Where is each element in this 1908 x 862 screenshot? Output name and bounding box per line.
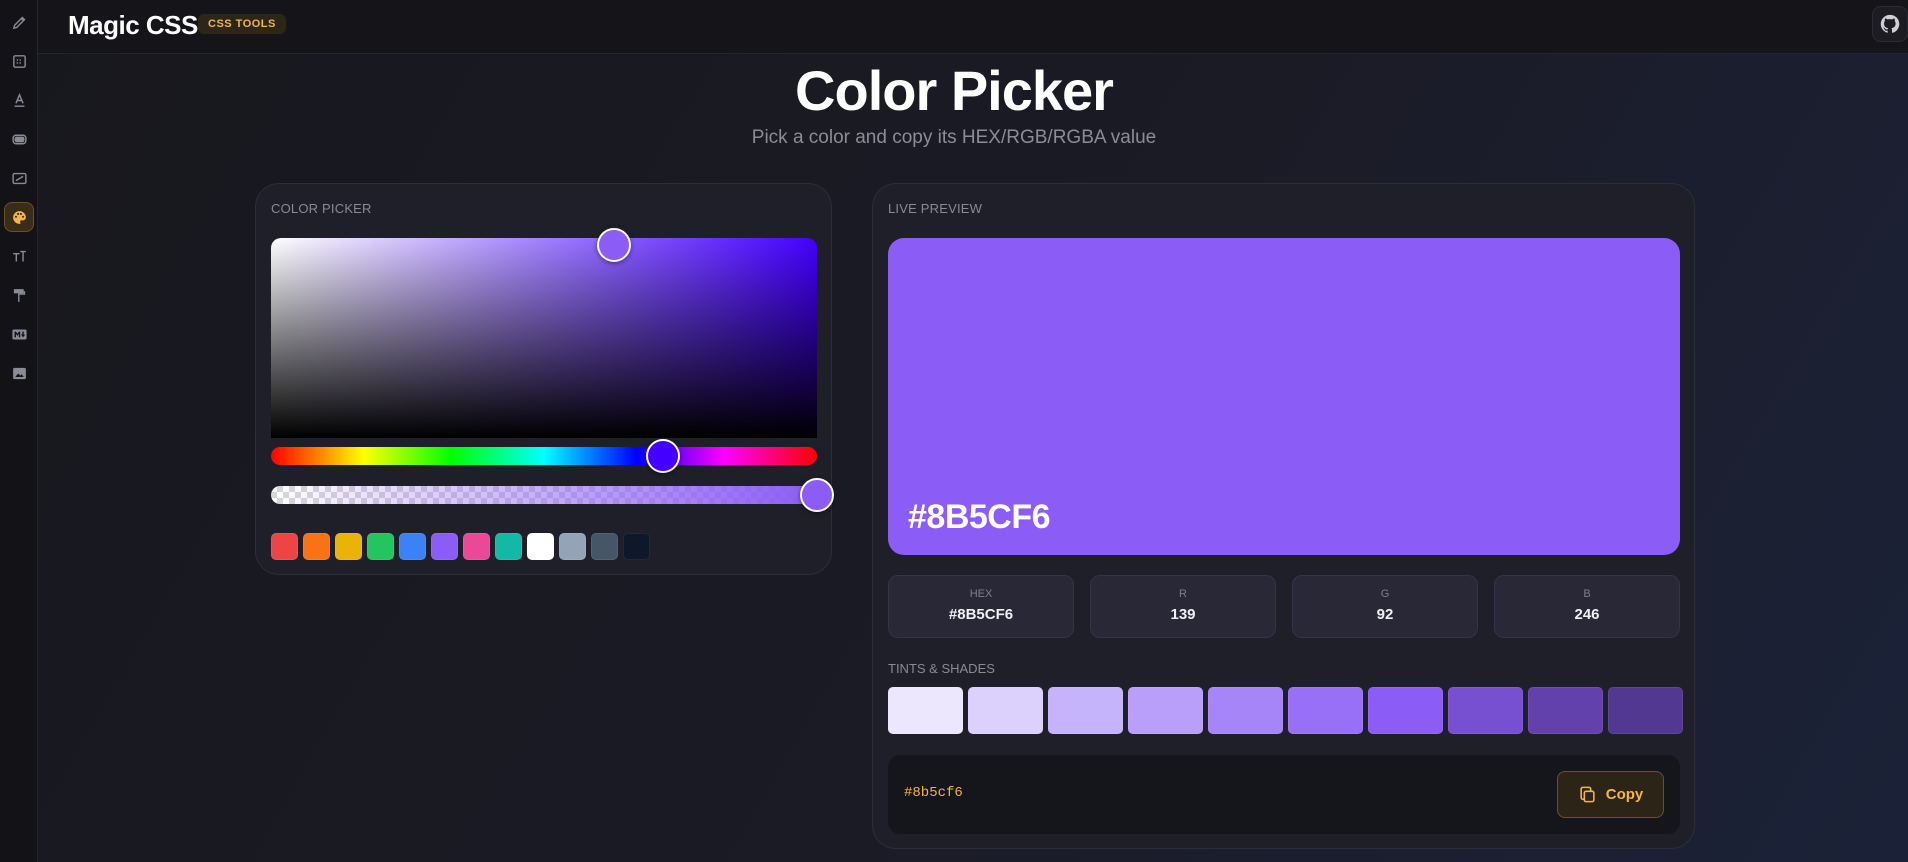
tint-swatch-0[interactable] <box>888 687 963 734</box>
swatch-9[interactable] <box>559 533 586 560</box>
tint-swatch-3[interactable] <box>1128 687 1203 734</box>
saturation-value-area[interactable] <box>271 228 817 438</box>
swatch-4[interactable] <box>399 533 426 560</box>
panel-label: COLOR PICKER <box>271 201 372 216</box>
copy-bar: #8b5cf6 Copy <box>888 755 1680 834</box>
tints-shades-row <box>888 687 1683 734</box>
sidebar-item-markdown[interactable] <box>4 319 34 349</box>
saturation-value-handle[interactable] <box>597 228 631 262</box>
live-preview-panel: LIVE PREVIEW #8B5CF6 HEX #8B5CF6 R 139 G… <box>872 183 1695 849</box>
value-card-g[interactable]: G 92 <box>1292 575 1478 638</box>
value-label: HEX <box>969 588 993 600</box>
hue-slider[interactable] <box>271 439 817 473</box>
sidebar-item-font-size[interactable] <box>4 241 34 271</box>
page-subtitle: Pick a color and copy its HEX/RGB/RGBA v… <box>751 127 1157 148</box>
color-picker-panel: COLOR PICKER <box>255 183 834 575</box>
swatch-2[interactable] <box>335 533 362 560</box>
tint-swatch-8[interactable] <box>1528 687 1603 734</box>
value-text: 92 <box>1376 606 1394 623</box>
tints-shades-label: TINTS & SHADES <box>888 661 995 676</box>
hue-slider-handle[interactable] <box>646 439 680 473</box>
value-label: R <box>1179 588 1187 600</box>
swatch-5[interactable] <box>431 533 458 560</box>
tint-swatch-9[interactable] <box>1608 687 1683 734</box>
github-link[interactable] <box>1872 6 1908 42</box>
tint-swatch-6[interactable] <box>1368 687 1443 734</box>
image-icon <box>12 367 26 379</box>
sidebar-item-paint[interactable] <box>4 280 34 310</box>
swatch-3[interactable] <box>367 533 394 560</box>
swatch-10[interactable] <box>591 533 618 560</box>
value-card-r[interactable]: R 139 <box>1090 575 1276 638</box>
tint-swatch-4[interactable] <box>1208 687 1283 734</box>
tint-swatch-1[interactable] <box>968 687 1043 734</box>
copy-button-label: Copy <box>1605 786 1644 803</box>
github-icon <box>1880 14 1900 33</box>
copy-button[interactable]: Copy <box>1557 771 1664 818</box>
value-card-hex[interactable]: HEX #8B5CF6 <box>888 575 1074 638</box>
value-text: 246 <box>1574 606 1600 623</box>
font-size-icon <box>12 250 26 261</box>
sidebar-item-image[interactable] <box>4 358 34 388</box>
aspect-ratio-icon <box>11 172 27 184</box>
swatch-1[interactable] <box>303 533 330 560</box>
swatch-7[interactable] <box>495 533 522 560</box>
swatch-11[interactable] <box>623 533 650 560</box>
markdown-icon <box>11 329 27 339</box>
sidebar-item-pen[interactable] <box>4 7 34 37</box>
copy-icon <box>1580 786 1595 803</box>
paint-roller-icon <box>13 288 25 302</box>
palette-icon <box>12 210 26 224</box>
tint-swatch-5[interactable] <box>1288 687 1363 734</box>
pen-icon <box>12 16 25 29</box>
app-title[interactable]: Magic CSS <box>68 10 198 41</box>
value-text: #8B5CF6 <box>948 606 1014 623</box>
preset-swatches <box>271 533 650 560</box>
alpha-slider[interactable] <box>271 478 834 512</box>
swatch-6[interactable] <box>463 533 490 560</box>
value-label: B <box>1583 588 1591 600</box>
alpha-slider-handle[interactable] <box>800 478 834 512</box>
value-text: 139 <box>1170 606 1196 623</box>
sidebar-item-color-picker[interactable] <box>4 202 34 232</box>
page-title: Color Picker <box>795 59 1114 122</box>
color-preview: #8B5CF6 <box>888 238 1680 555</box>
top-bar: Magic CSS CSS TOOLS <box>38 0 1908 54</box>
copy-value: #8b5cf6 <box>904 785 963 801</box>
sidebar-item-aspect-ratio[interactable] <box>4 163 34 193</box>
app-badge: CSS TOOLS <box>198 14 286 34</box>
swatch-8[interactable] <box>527 533 554 560</box>
tint-swatch-2[interactable] <box>1048 687 1123 734</box>
preview-hex: #8B5CF6 <box>908 498 1051 536</box>
swatch-0[interactable] <box>271 533 298 560</box>
value-label: G <box>1380 588 1390 600</box>
panel-label: LIVE PREVIEW <box>888 201 983 216</box>
color-values: HEX #8B5CF6 R 139 G 92 B 246 <box>888 575 1680 638</box>
value-card-b[interactable]: B 246 <box>1494 575 1680 638</box>
tint-swatch-7[interactable] <box>1448 687 1523 734</box>
